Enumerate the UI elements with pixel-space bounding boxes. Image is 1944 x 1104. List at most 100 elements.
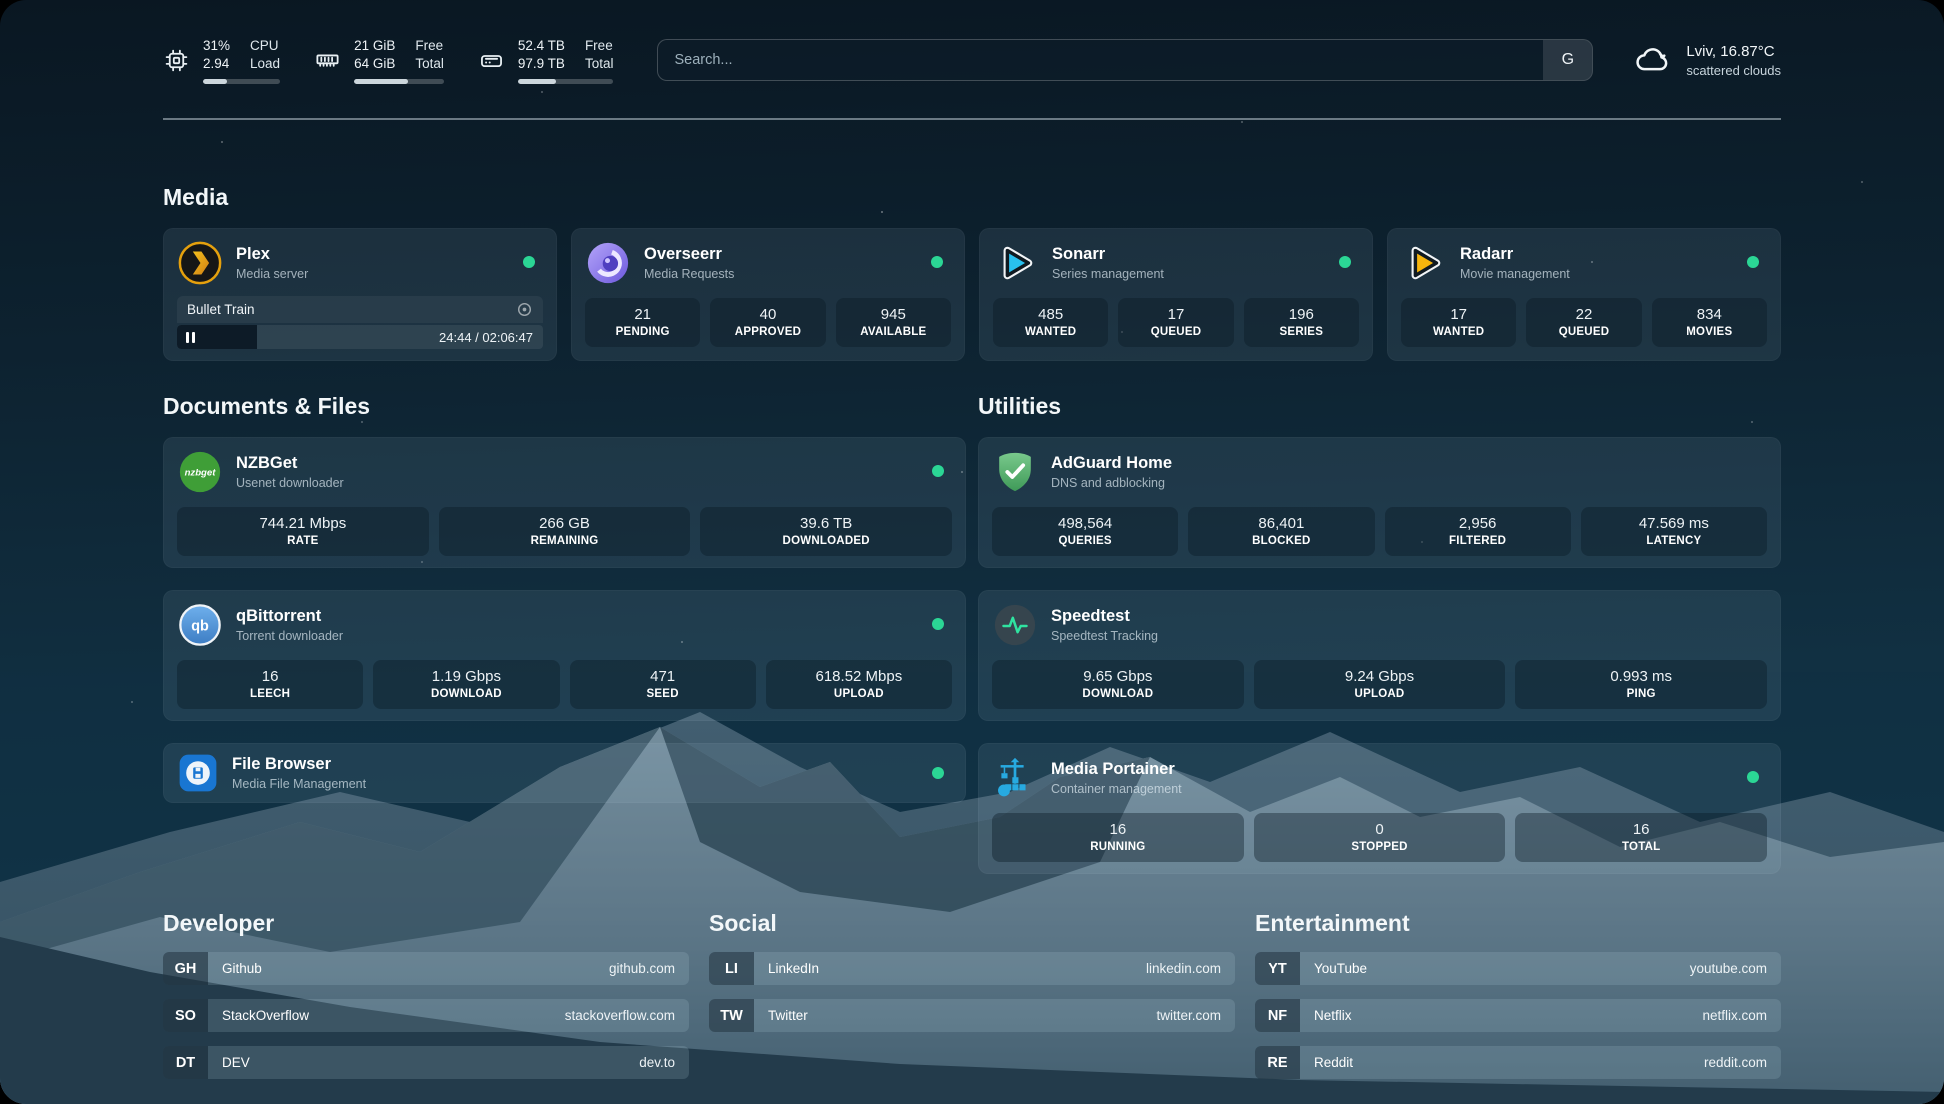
stat-upload: 9.24 GbpsUPLOAD xyxy=(1254,660,1506,709)
app-card-overseerr[interactable]: Overseerr Media Requests 21PENDING 40APP… xyxy=(571,228,965,361)
app-card-filebrowser[interactable]: File Browser Media File Management xyxy=(163,743,966,803)
stat-pending: 21PENDING xyxy=(585,298,700,347)
memory-total-value: 64 GiB xyxy=(354,55,395,73)
bookmark-abbr: LI xyxy=(709,952,754,985)
top-bar: 31% 2.94 CPU Load xyxy=(163,0,1781,92)
bookmark-url: reddit.com xyxy=(1704,1046,1781,1079)
stat-running: 16RUNNING xyxy=(992,813,1244,862)
weather-widget[interactable]: Lviv, 16.87°C scattered clouds xyxy=(1633,40,1781,80)
utilities-column: Utilities AdGuard Home DNS and adblockin… xyxy=(978,391,1781,874)
stat-leech: 16LEECH xyxy=(177,660,363,709)
bookmark-abbr: TW xyxy=(709,999,754,1032)
bookmark-url: linkedin.com xyxy=(1146,952,1235,985)
bookmark-name: Reddit xyxy=(1300,1046,1704,1079)
status-dot-online xyxy=(932,465,944,477)
status-dot-online xyxy=(1747,256,1759,268)
stat-upload: 618.52 MbpsUPLOAD xyxy=(766,660,952,709)
now-playing-row: Bullet Train xyxy=(177,296,543,323)
stat-approved: 40APPROVED xyxy=(710,298,825,347)
app-description: Movie management xyxy=(1460,266,1570,283)
status-dot-online xyxy=(1747,771,1759,783)
bookmark-url: stackoverflow.com xyxy=(565,999,689,1032)
app-card-adguard[interactable]: AdGuard Home DNS and adblocking 498,564Q… xyxy=(978,437,1781,568)
playback-elapsed-fill xyxy=(177,325,257,349)
bookmark-abbr: DT xyxy=(163,1046,208,1079)
sonarr-icon xyxy=(993,240,1039,286)
bookmark-netflix[interactable]: NF Netflix netflix.com xyxy=(1255,999,1781,1032)
bookmark-github[interactable]: GH Github github.com xyxy=(163,952,689,985)
bookmark-abbr: SO xyxy=(163,999,208,1032)
bookmark-name: Netflix xyxy=(1300,999,1702,1032)
qbittorrent-icon: qb xyxy=(177,602,223,648)
memory-icon xyxy=(314,47,341,74)
app-name: Speedtest xyxy=(1051,606,1158,627)
bookmarks-entertainment: Entertainment YT YouTube youtube.com NF … xyxy=(1255,908,1781,1093)
stat-download: 1.19 GbpsDOWNLOAD xyxy=(373,660,559,709)
bookmark-stackoverflow[interactable]: SO StackOverflow stackoverflow.com xyxy=(163,999,689,1032)
stat-downloaded: 39.6 TBDOWNLOADED xyxy=(700,507,952,556)
stat-available: 945AVAILABLE xyxy=(836,298,951,347)
cpu-progress-fill xyxy=(203,79,227,84)
status-dot-online xyxy=(1339,256,1351,268)
cpu-chip-icon xyxy=(163,47,190,74)
pause-icon[interactable] xyxy=(186,332,195,343)
bookmark-name: Github xyxy=(208,952,609,985)
memory-progress-bar xyxy=(354,79,444,84)
app-description: Usenet downloader xyxy=(236,475,344,492)
section-title-developer: Developer xyxy=(163,908,689,938)
section-title-entertainment: Entertainment xyxy=(1255,908,1781,938)
adguard-icon xyxy=(992,449,1038,495)
search-input[interactable] xyxy=(658,40,1543,80)
session-icon[interactable] xyxy=(516,301,533,318)
app-card-qbittorrent[interactable]: qb qBittorrent Torrent downloader 16LEEC… xyxy=(163,590,966,721)
filebrowser-icon xyxy=(177,752,219,794)
bookmark-name: LinkedIn xyxy=(754,952,1146,985)
app-name: Media Portainer xyxy=(1051,759,1182,780)
app-card-sonarr[interactable]: Sonarr Series management 485WANTED 17QUE… xyxy=(979,228,1373,361)
cpu-usage-value: 31% xyxy=(203,37,230,55)
disk-progress-bar xyxy=(518,79,614,84)
cpu-load-value: 2.94 xyxy=(203,55,230,73)
stat-ping: 0.993 msPING xyxy=(1515,660,1767,709)
app-description: DNS and adblocking xyxy=(1051,475,1172,492)
app-card-nzbget[interactable]: nzbget NZBGet Usenet downloader 744.21 M… xyxy=(163,437,966,568)
section-title-media: Media xyxy=(163,182,1781,212)
app-card-plex[interactable]: Plex Media server Bullet Train 24:44 / 0… xyxy=(163,228,557,361)
bookmarks-social: Social LI LinkedIn linkedin.com TW Twitt… xyxy=(709,908,1235,1046)
app-description: Container management xyxy=(1051,781,1182,798)
bookmark-url: netflix.com xyxy=(1702,999,1781,1032)
app-card-speedtest[interactable]: Speedtest Speedtest Tracking 9.65 GbpsDO… xyxy=(978,590,1781,721)
weather-location: Lviv, 16.87°C xyxy=(1686,42,1781,62)
stat-stopped: 0STOPPED xyxy=(1254,813,1506,862)
bookmark-reddit[interactable]: RE Reddit reddit.com xyxy=(1255,1046,1781,1079)
app-card-radarr[interactable]: Radarr Movie management 17WANTED 22QUEUE… xyxy=(1387,228,1781,361)
stat-filtered: 2,956FILTERED xyxy=(1385,507,1571,556)
bookmark-linkedin[interactable]: LI LinkedIn linkedin.com xyxy=(709,952,1235,985)
playback-progress-bar[interactable]: 24:44 / 02:06:47 xyxy=(177,325,543,349)
stat-latency: 47.569 msLATENCY xyxy=(1581,507,1767,556)
stat-series: 196SERIES xyxy=(1244,298,1359,347)
search-engine-button[interactable]: G xyxy=(1543,40,1592,80)
app-description: Series management xyxy=(1052,266,1164,283)
app-card-portainer[interactable]: Media Portainer Container management 16R… xyxy=(978,743,1781,874)
bookmark-url: twitter.com xyxy=(1156,999,1235,1032)
media-grid: Plex Media server Bullet Train 24:44 / 0… xyxy=(163,228,1781,361)
weather-condition: scattered clouds xyxy=(1686,62,1781,79)
app-description: Media server xyxy=(236,266,308,283)
stat-queued: 22QUEUED xyxy=(1526,298,1641,347)
svg-text:qb: qb xyxy=(191,618,209,634)
bookmark-twitter[interactable]: TW Twitter twitter.com xyxy=(709,999,1235,1032)
app-description: Media Requests xyxy=(644,266,734,283)
nzbget-icon: nzbget xyxy=(177,449,223,495)
status-dot-online xyxy=(932,767,944,779)
portainer-icon xyxy=(992,755,1038,801)
bookmark-dev[interactable]: DT DEV dev.to xyxy=(163,1046,689,1079)
bookmark-abbr: GH xyxy=(163,952,208,985)
disk-total-value: 97.9 TB xyxy=(518,55,565,73)
cpu-stat: 31% 2.94 CPU Load xyxy=(163,37,280,84)
bookmark-url: github.com xyxy=(609,952,689,985)
app-name: Radarr xyxy=(1460,244,1570,265)
disk-free-label: Free xyxy=(585,37,614,55)
bookmark-youtube[interactable]: YT YouTube youtube.com xyxy=(1255,952,1781,985)
memory-progress-fill xyxy=(354,79,408,84)
